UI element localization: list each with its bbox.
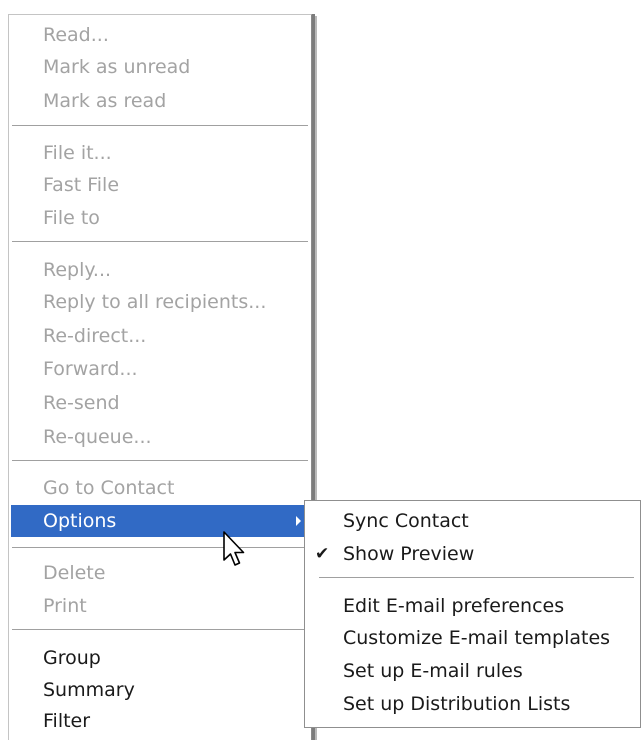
mouse-pointer-icon: [223, 531, 245, 566]
submenu-item-show-preview[interactable]: ✔ Show Preview: [307, 538, 638, 570]
submenu-arrow-icon: [296, 516, 301, 526]
menu-separator: [12, 547, 308, 549]
menu-item-re-send: Re-send: [43, 392, 120, 414]
menu-separator: [12, 241, 308, 243]
submenu-item-set-up-email-rules[interactable]: Set up E-mail rules: [307, 655, 638, 687]
menu-item-mark-as-read: Mark as read: [43, 90, 167, 112]
screen: Read... Mark as unread Mark as read File…: [0, 0, 642, 740]
menu-item-re-queue: Re-queue...: [43, 426, 152, 448]
options-submenu: Sync Contact ✔ Show Preview Edit E-mail …: [304, 500, 641, 728]
submenu-separator: [319, 577, 634, 579]
submenu-item-customize-email-templates[interactable]: Customize E-mail templates: [307, 622, 638, 654]
menu-item-file-to: File to: [43, 207, 100, 229]
menu-item-options-label: Options: [43, 510, 117, 532]
menu-item-options[interactable]: Options: [11, 505, 309, 537]
menu-item-reply: Reply...: [43, 259, 112, 281]
menu-separator: [12, 460, 308, 462]
submenu-item-edit-email-preferences[interactable]: Edit E-mail preferences: [307, 590, 638, 622]
menu-item-re-direct: Re-direct...: [43, 325, 147, 347]
menu-separator: [12, 629, 308, 631]
submenu-item-set-up-distribution-lists[interactable]: Set up Distribution Lists: [307, 688, 638, 720]
submenu-item-sync-contact[interactable]: Sync Contact: [307, 505, 638, 537]
menu-item-forward: Forward...: [43, 358, 138, 380]
menu-item-go-to-contact: Go to Contact: [43, 477, 175, 499]
menu-item-mark-as-unread: Mark as unread: [43, 56, 191, 78]
menu-item-group[interactable]: Group: [11, 642, 309, 674]
menu-item-reply-to-all-recipients: Reply to all recipients...: [43, 291, 267, 313]
menu-item-file-it: File it...: [43, 142, 112, 164]
menu-item-filter[interactable]: Filter: [11, 705, 309, 737]
menu-item-read: Read...: [43, 24, 109, 46]
submenu-item-show-preview-label: Show Preview: [343, 543, 475, 565]
menu-separator: [12, 125, 308, 127]
context-menu: Read... Mark as unread Mark as read File…: [8, 14, 312, 740]
menu-item-delete: Delete: [43, 562, 106, 584]
menu-item-summary[interactable]: Summary: [11, 674, 309, 706]
menu-item-print: Print: [43, 595, 87, 617]
menu-item-fast-file: Fast File: [43, 174, 120, 196]
check-icon: ✔: [315, 544, 330, 564]
